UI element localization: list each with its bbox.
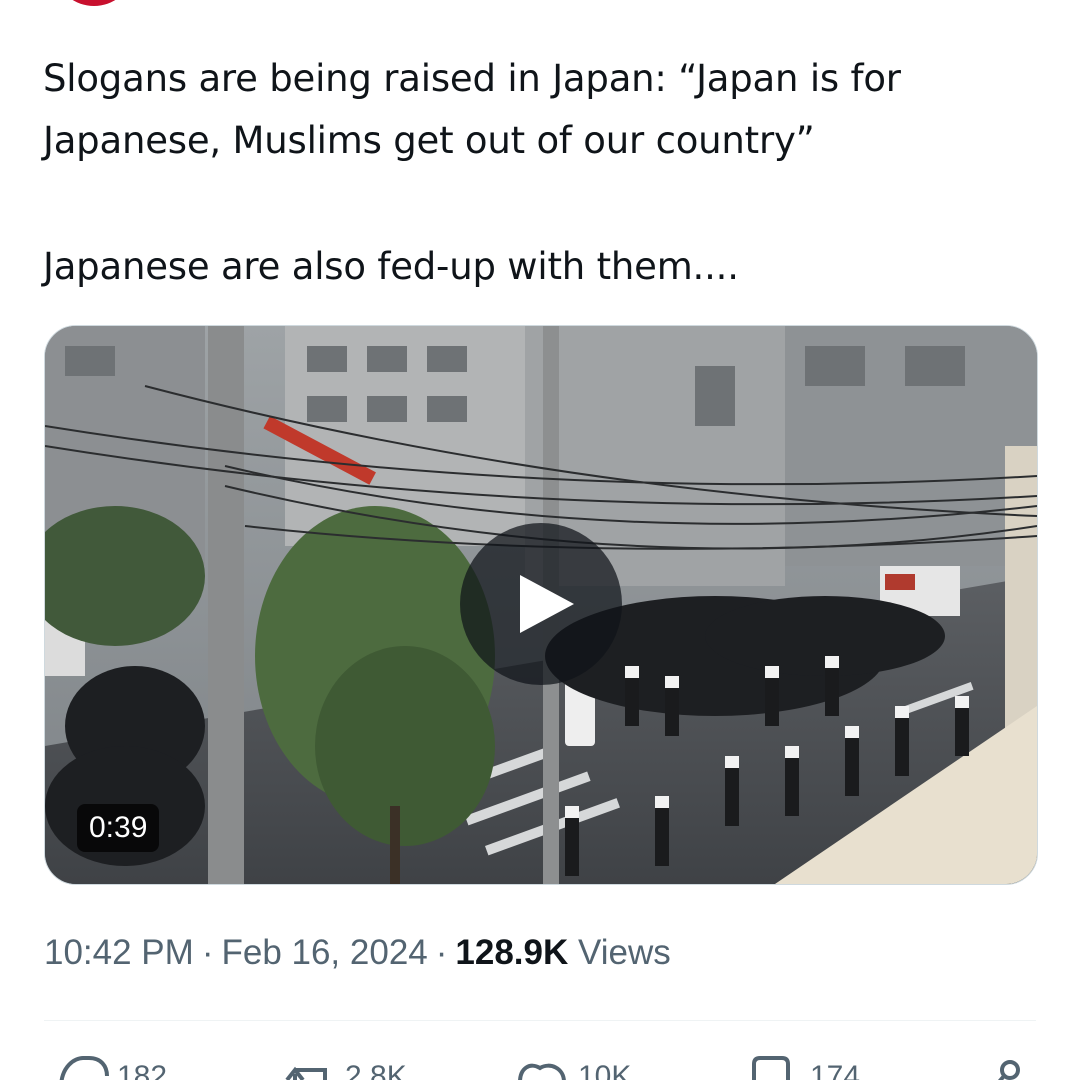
video-player[interactable]: 0:39 — [44, 325, 1038, 885]
repost-count: 2.8K — [345, 1060, 407, 1080]
share-icon — [997, 1060, 1020, 1080]
action-bar: 182 2.8K 10K 174 — [0, 1052, 1080, 1080]
reply-icon — [59, 1056, 109, 1080]
meta-separator: · — [435, 933, 448, 972]
meta-separator: · — [201, 933, 214, 972]
tweet-text-line: Japanese, Muslims get out of our country… — [43, 119, 815, 162]
tweet-text: Slogans are being raised in Japan: “Japa… — [43, 48, 1043, 298]
views-label: Views — [578, 933, 671, 972]
tweet-date[interactable]: Feb 16, 2024 — [221, 933, 427, 972]
views-count: 128.9K — [455, 933, 569, 972]
repost-icon — [285, 1066, 327, 1080]
bookmark-count: 174 — [810, 1060, 861, 1080]
reply-count: 182 — [117, 1060, 168, 1080]
tweet-text-line: Slogans are being raised in Japan: “Japa… — [43, 57, 901, 100]
tweet-meta: 10:42 PM · Feb 16, 2024 · 128.9K Views — [44, 928, 671, 978]
tweet-time[interactable]: 10:42 PM — [44, 933, 194, 972]
tweet-text-line: Japanese are also fed-up with them.... — [43, 245, 739, 288]
divider — [44, 1020, 1036, 1021]
play-icon — [520, 575, 574, 633]
like-count: 10K — [578, 1060, 632, 1080]
avatar[interactable] — [58, 0, 130, 6]
play-button[interactable] — [460, 523, 622, 685]
bookmark-icon — [752, 1056, 790, 1080]
video-duration: 0:39 — [77, 804, 160, 852]
like-icon — [518, 1063, 566, 1080]
